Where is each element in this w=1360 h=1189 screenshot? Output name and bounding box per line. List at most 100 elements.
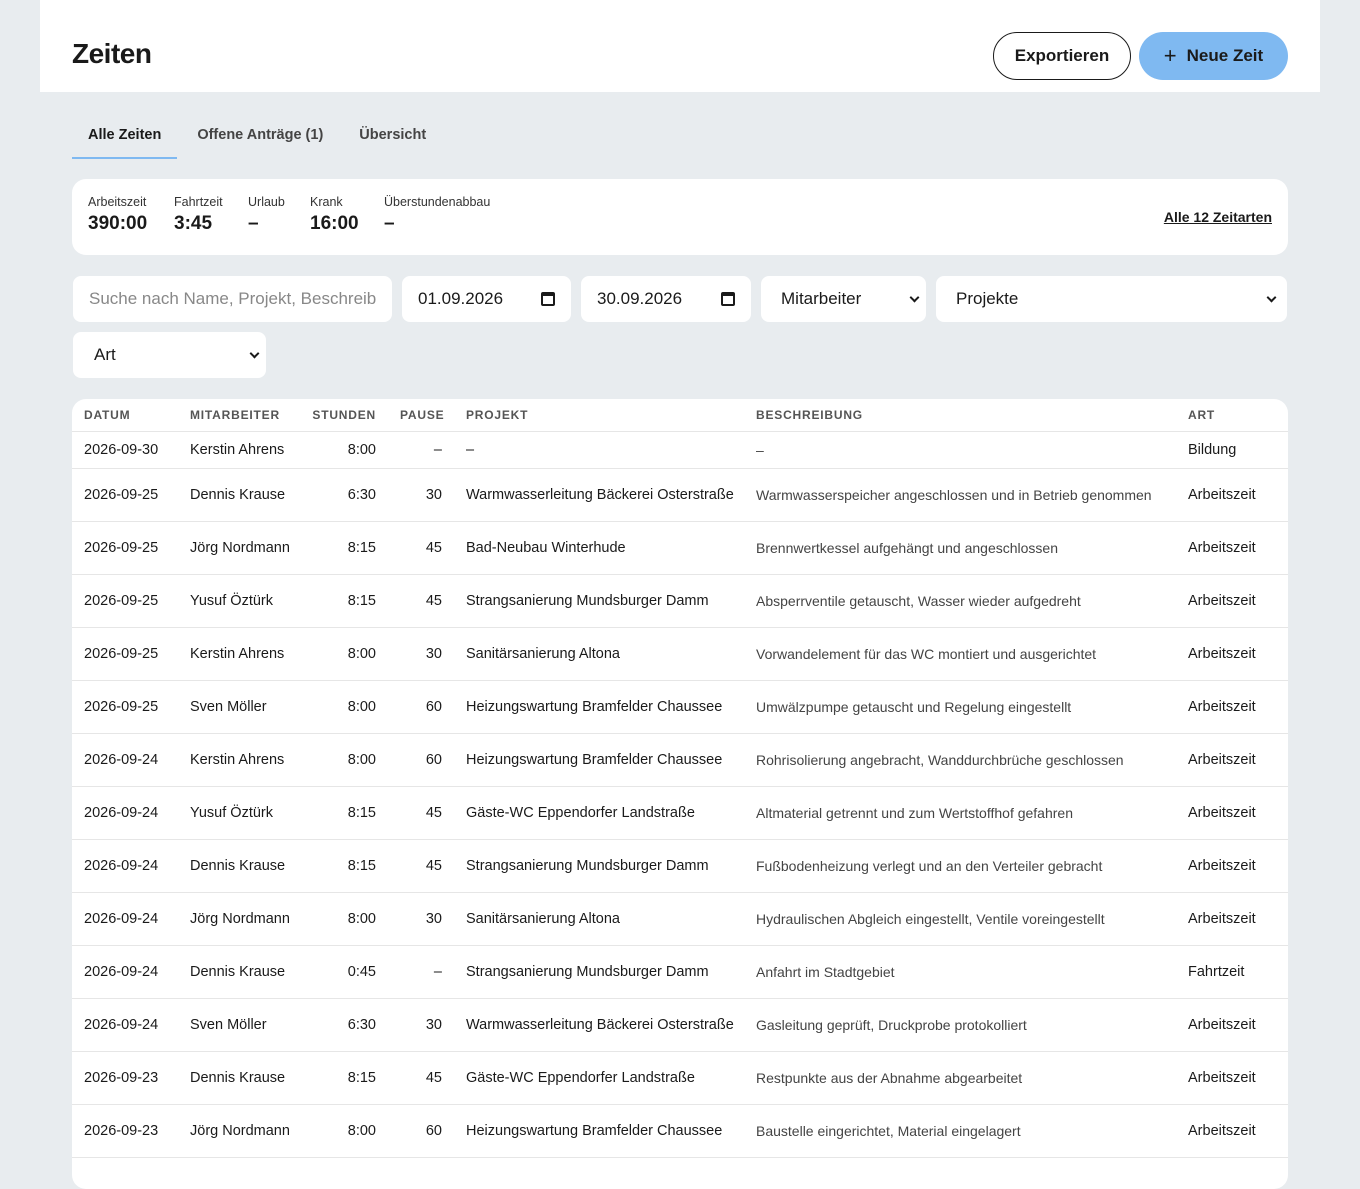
table-row[interactable]: 2026-09-24 Yusuf Öztürk 8:15 45 Gäste-WC Epp… <box>72 786 1288 840</box>
col-description-cell: Absperrventile getauscht, Wasser wieder … <box>744 574 1176 628</box>
search-input[interactable] <box>89 289 376 309</box>
col-break-cell: 45 <box>388 1051 454 1105</box>
col-project-header: PROJEKT <box>454 399 744 432</box>
col-break-cell: 45 <box>388 521 454 575</box>
table-row[interactable]: 2026-09-25 Yusuf Öztürk 8:15 45 Strangsanier… <box>72 574 1288 628</box>
table-row[interactable]: 2026-09-25 Kerstin Ahrens 8:00 30 Sanitärsan… <box>72 627 1288 681</box>
col-type-cell: Arbeitszeit <box>1176 786 1288 840</box>
projects-select[interactable]: Projekte <box>936 276 1287 322</box>
stat-vacation: Urlaub – <box>248 195 285 235</box>
col-description-cell: – <box>744 431 1176 469</box>
table-row[interactable]: 2026-09-24 Dennis Krause 8:15 45 Strangsanie… <box>72 839 1288 893</box>
col-hours-cell: 6:30 <box>296 468 388 522</box>
date-to-field[interactable]: 30.09.2026 <box>581 276 751 322</box>
table-row[interactable]: 2026-09-25 Jörg Nordmann 8:15 45 Bad-Neubau … <box>72 521 1288 575</box>
col-break-cell: 60 <box>388 680 454 734</box>
table-row[interactable]: 2026-09-25 Sven Möller 8:00 60 Heizungswartu… <box>72 680 1288 734</box>
new-time-button[interactable]: + Neue Zeit <box>1139 32 1288 80</box>
chevron-down-icon <box>909 292 920 302</box>
tab-all-times[interactable]: Alle Zeiten <box>72 114 178 159</box>
col-description-header: BESCHREIBUNG <box>744 399 1176 432</box>
col-type-cell: Arbeitszeit <box>1176 574 1288 628</box>
table-header-row: DATUM MITARBEITER STUNDEN PAUSE PROJEKT BESCH… <box>72 399 1288 432</box>
col-break-cell: 30 <box>388 892 454 946</box>
col-employee-cell: Dennis Krause <box>178 468 296 522</box>
col-employee-cell: Dennis Krause <box>178 945 296 999</box>
table-row[interactable]: 2026-09-23 Jörg Nordmann 8:00 60 Heizungswar… <box>72 1104 1288 1158</box>
col-type-cell: Arbeitszeit <box>1176 521 1288 575</box>
col-type-header: ART <box>1176 399 1288 432</box>
summary-card: Arbeitszeit 390:00 Fahrtzeit 3:45 Urlaub… <box>72 179 1288 255</box>
col-date-cell: 2026-09-24 <box>72 786 178 840</box>
col-break-cell: 45 <box>388 786 454 840</box>
table-row[interactable]: 2026-09-24 Jörg Nordmann 8:00 30 Sanitärsani… <box>72 892 1288 946</box>
col-employee-cell: Dennis Krause <box>178 839 296 893</box>
col-date-cell: 2026-09-24 <box>72 839 178 893</box>
col-break-header: PAUSE <box>388 399 454 432</box>
table-row[interactable]: 2026-09-30 Kerstin Ahrens 8:00– – – Bildung <box>72 431 1288 469</box>
col-description-cell: Warmwasserspeicher angeschlossen und in … <box>744 468 1176 522</box>
export-button[interactable]: Exportieren <box>993 32 1131 80</box>
stat-label: Überstundenabbau <box>384 195 491 209</box>
table-row[interactable]: 2026-09-24 Sven Möller 6:30 30 Warmwasserlei… <box>72 998 1288 1052</box>
table-row[interactable]: 2026-09-25 Dennis Krause 6:30 30 Warmwasserl… <box>72 468 1288 522</box>
calendar-icon[interactable] <box>721 292 735 306</box>
col-employee-cell: Dennis Krause <box>178 1051 296 1105</box>
col-break-cell: 60 <box>388 733 454 787</box>
col-date-cell: 2026-09-25 <box>72 574 178 628</box>
col-hours-cell: 8:15 <box>296 786 388 840</box>
date-from-field[interactable]: 01.09.2026 <box>402 276 571 322</box>
col-type-cell: Arbeitszeit <box>1176 627 1288 681</box>
col-date-cell: 2026-09-25 <box>72 680 178 734</box>
col-date-cell: 2026-09-23 <box>72 1051 178 1105</box>
col-type-cell: Fahrtzeit <box>1176 945 1288 999</box>
col-project-cell: Strangsanierung Mundsburger Damm <box>454 839 744 893</box>
date-to-value: 30.09.2026 <box>597 289 683 308</box>
stat-label: Urlaub <box>248 195 285 209</box>
col-type-cell: Arbeitszeit <box>1176 839 1288 893</box>
col-date-cell: 2026-09-24 <box>72 998 178 1052</box>
col-type-cell: Arbeitszeit <box>1176 680 1288 734</box>
stat-label: Fahrtzeit <box>174 195 223 209</box>
col-employee-cell: Sven Möller <box>178 680 296 734</box>
col-project-cell: Gäste-WC Eppendorfer Landstraße <box>454 1051 744 1105</box>
stat-value: 3:45 <box>174 213 213 234</box>
chevron-down-icon <box>1266 292 1277 302</box>
type-select[interactable]: Art <box>73 332 266 378</box>
col-project-cell: Sanitärsanierung Altona <box>454 627 744 681</box>
employee-select[interactable]: Mitarbeiter <box>761 276 926 322</box>
col-date-cell: 2026-09-25 <box>72 468 178 522</box>
col-project-cell: Gäste-WC Eppendorfer Landstraße <box>454 786 744 840</box>
col-date-header: DATUM <box>72 399 178 432</box>
col-description-cell: Baustelle eingerichtet, Material eingela… <box>744 1104 1176 1158</box>
tab-overview[interactable]: Übersicht <box>343 114 442 159</box>
times-table-card: DATUM MITARBEITER STUNDEN PAUSE PROJEKT BESCH… <box>72 399 1288 1189</box>
col-description-cell: Fußbodenheizung verlegt und an den Verte… <box>744 839 1176 893</box>
col-date-cell: 2026-09-24 <box>72 733 178 787</box>
col-project-cell: Warmwasserleitung Bäckerei Osterstraße <box>454 998 744 1052</box>
col-type-cell: Arbeitszeit <box>1176 1051 1288 1105</box>
col-date-cell: 2026-09-25 <box>72 627 178 681</box>
new-time-label: Neue Zeit <box>1186 46 1264 65</box>
col-hours-cell: 8:15 <box>296 521 388 575</box>
col-break-cell: 30 <box>388 998 454 1052</box>
times-table: DATUM MITARBEITER STUNDEN PAUSE PROJEKT BESCH… <box>72 399 1288 1158</box>
page-title: Zeiten <box>72 38 152 69</box>
col-hours-header: STUNDEN <box>296 399 388 432</box>
col-project-cell: Sanitärsanierung Altona <box>454 892 744 946</box>
table-row[interactable]: 2026-09-23 Dennis Krause 8:15 45 Gäste-WC Ep… <box>72 1051 1288 1105</box>
col-type-cell: Bildung <box>1176 431 1288 469</box>
calendar-icon[interactable] <box>541 292 555 306</box>
col-project-cell: Bad-Neubau Winterhude <box>454 521 744 575</box>
col-break-cell: 45 <box>388 839 454 893</box>
col-description-cell: Restpunkte aus der Abnahme abgearbeitet <box>744 1051 1176 1105</box>
stat-label: Arbeitszeit <box>88 195 147 209</box>
col-date-cell: 2026-09-25 <box>72 521 178 575</box>
col-description-cell: Anfahrt im Stadtgebiet <box>744 945 1176 999</box>
table-row[interactable]: 2026-09-24 Kerstin Ahrens 8:00 60 Heizungswa… <box>72 733 1288 787</box>
all-time-types-link[interactable]: Alle 12 Zeitarten <box>1164 209 1272 225</box>
tab-open-requests[interactable]: Offene Anträge (1) <box>181 114 339 159</box>
col-date-cell: 2026-09-23 <box>72 1104 178 1158</box>
col-description-cell: Umwälzpumpe getauscht und Regelung einge… <box>744 680 1176 734</box>
table-row[interactable]: 2026-09-24 Dennis Krause 0:45– Strangsanier… <box>72 945 1288 999</box>
